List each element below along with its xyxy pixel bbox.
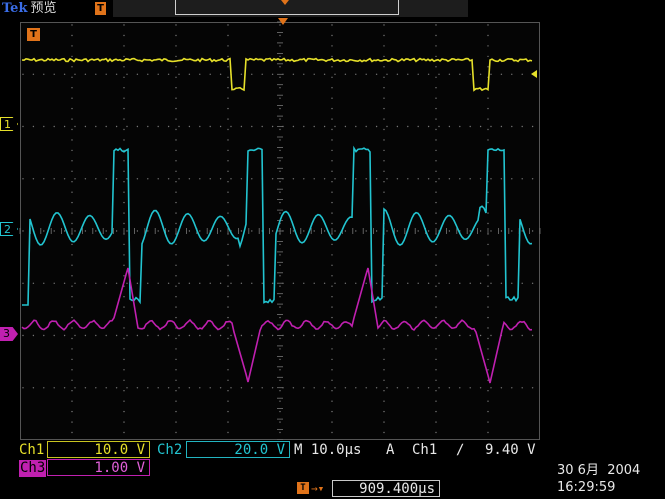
ch1-scale[interactable]: 10.0 V [47, 441, 150, 458]
status-bar: Ch1 10.0 V Ch2 20.0 V M 10.0µs A Ch1 ∕ 9… [0, 440, 665, 499]
trigger-level-arrow-icon[interactable] [531, 70, 537, 78]
trigger-t-marker-icon: T [27, 28, 40, 41]
trigger-source[interactable]: Ch1 [412, 442, 437, 459]
ch3-waveform [21, 267, 533, 384]
arrow-right-icon: →▾ [311, 482, 325, 495]
ch1-label: Ch1 [19, 442, 45, 458]
trigger-position-readout[interactable]: 909.400µs [332, 480, 440, 497]
waveform-canvas [19, 21, 541, 441]
ch2-label: Ch2 [157, 442, 183, 458]
trigger-slope-icon: ∕ [456, 442, 465, 458]
date-display: 30 6月 2004 [557, 463, 641, 478]
time-display: 16:29:59 [557, 480, 616, 495]
ch3-scale[interactable]: 1.00 V [47, 459, 150, 476]
ch3-label: Ch3 [19, 460, 46, 477]
trigger-position-icon: T [297, 482, 309, 494]
trigger-mode: A [386, 442, 395, 458]
ch2-scale[interactable]: 20.0 V [186, 441, 290, 458]
timebase-label[interactable]: M 10.0µs [294, 442, 361, 459]
trigger-position-marker-icon[interactable] [278, 18, 288, 25]
ch2-waveform [22, 145, 533, 306]
trigger-level[interactable]: 9.40 V [485, 442, 536, 459]
graticule-grid [19, 21, 541, 441]
